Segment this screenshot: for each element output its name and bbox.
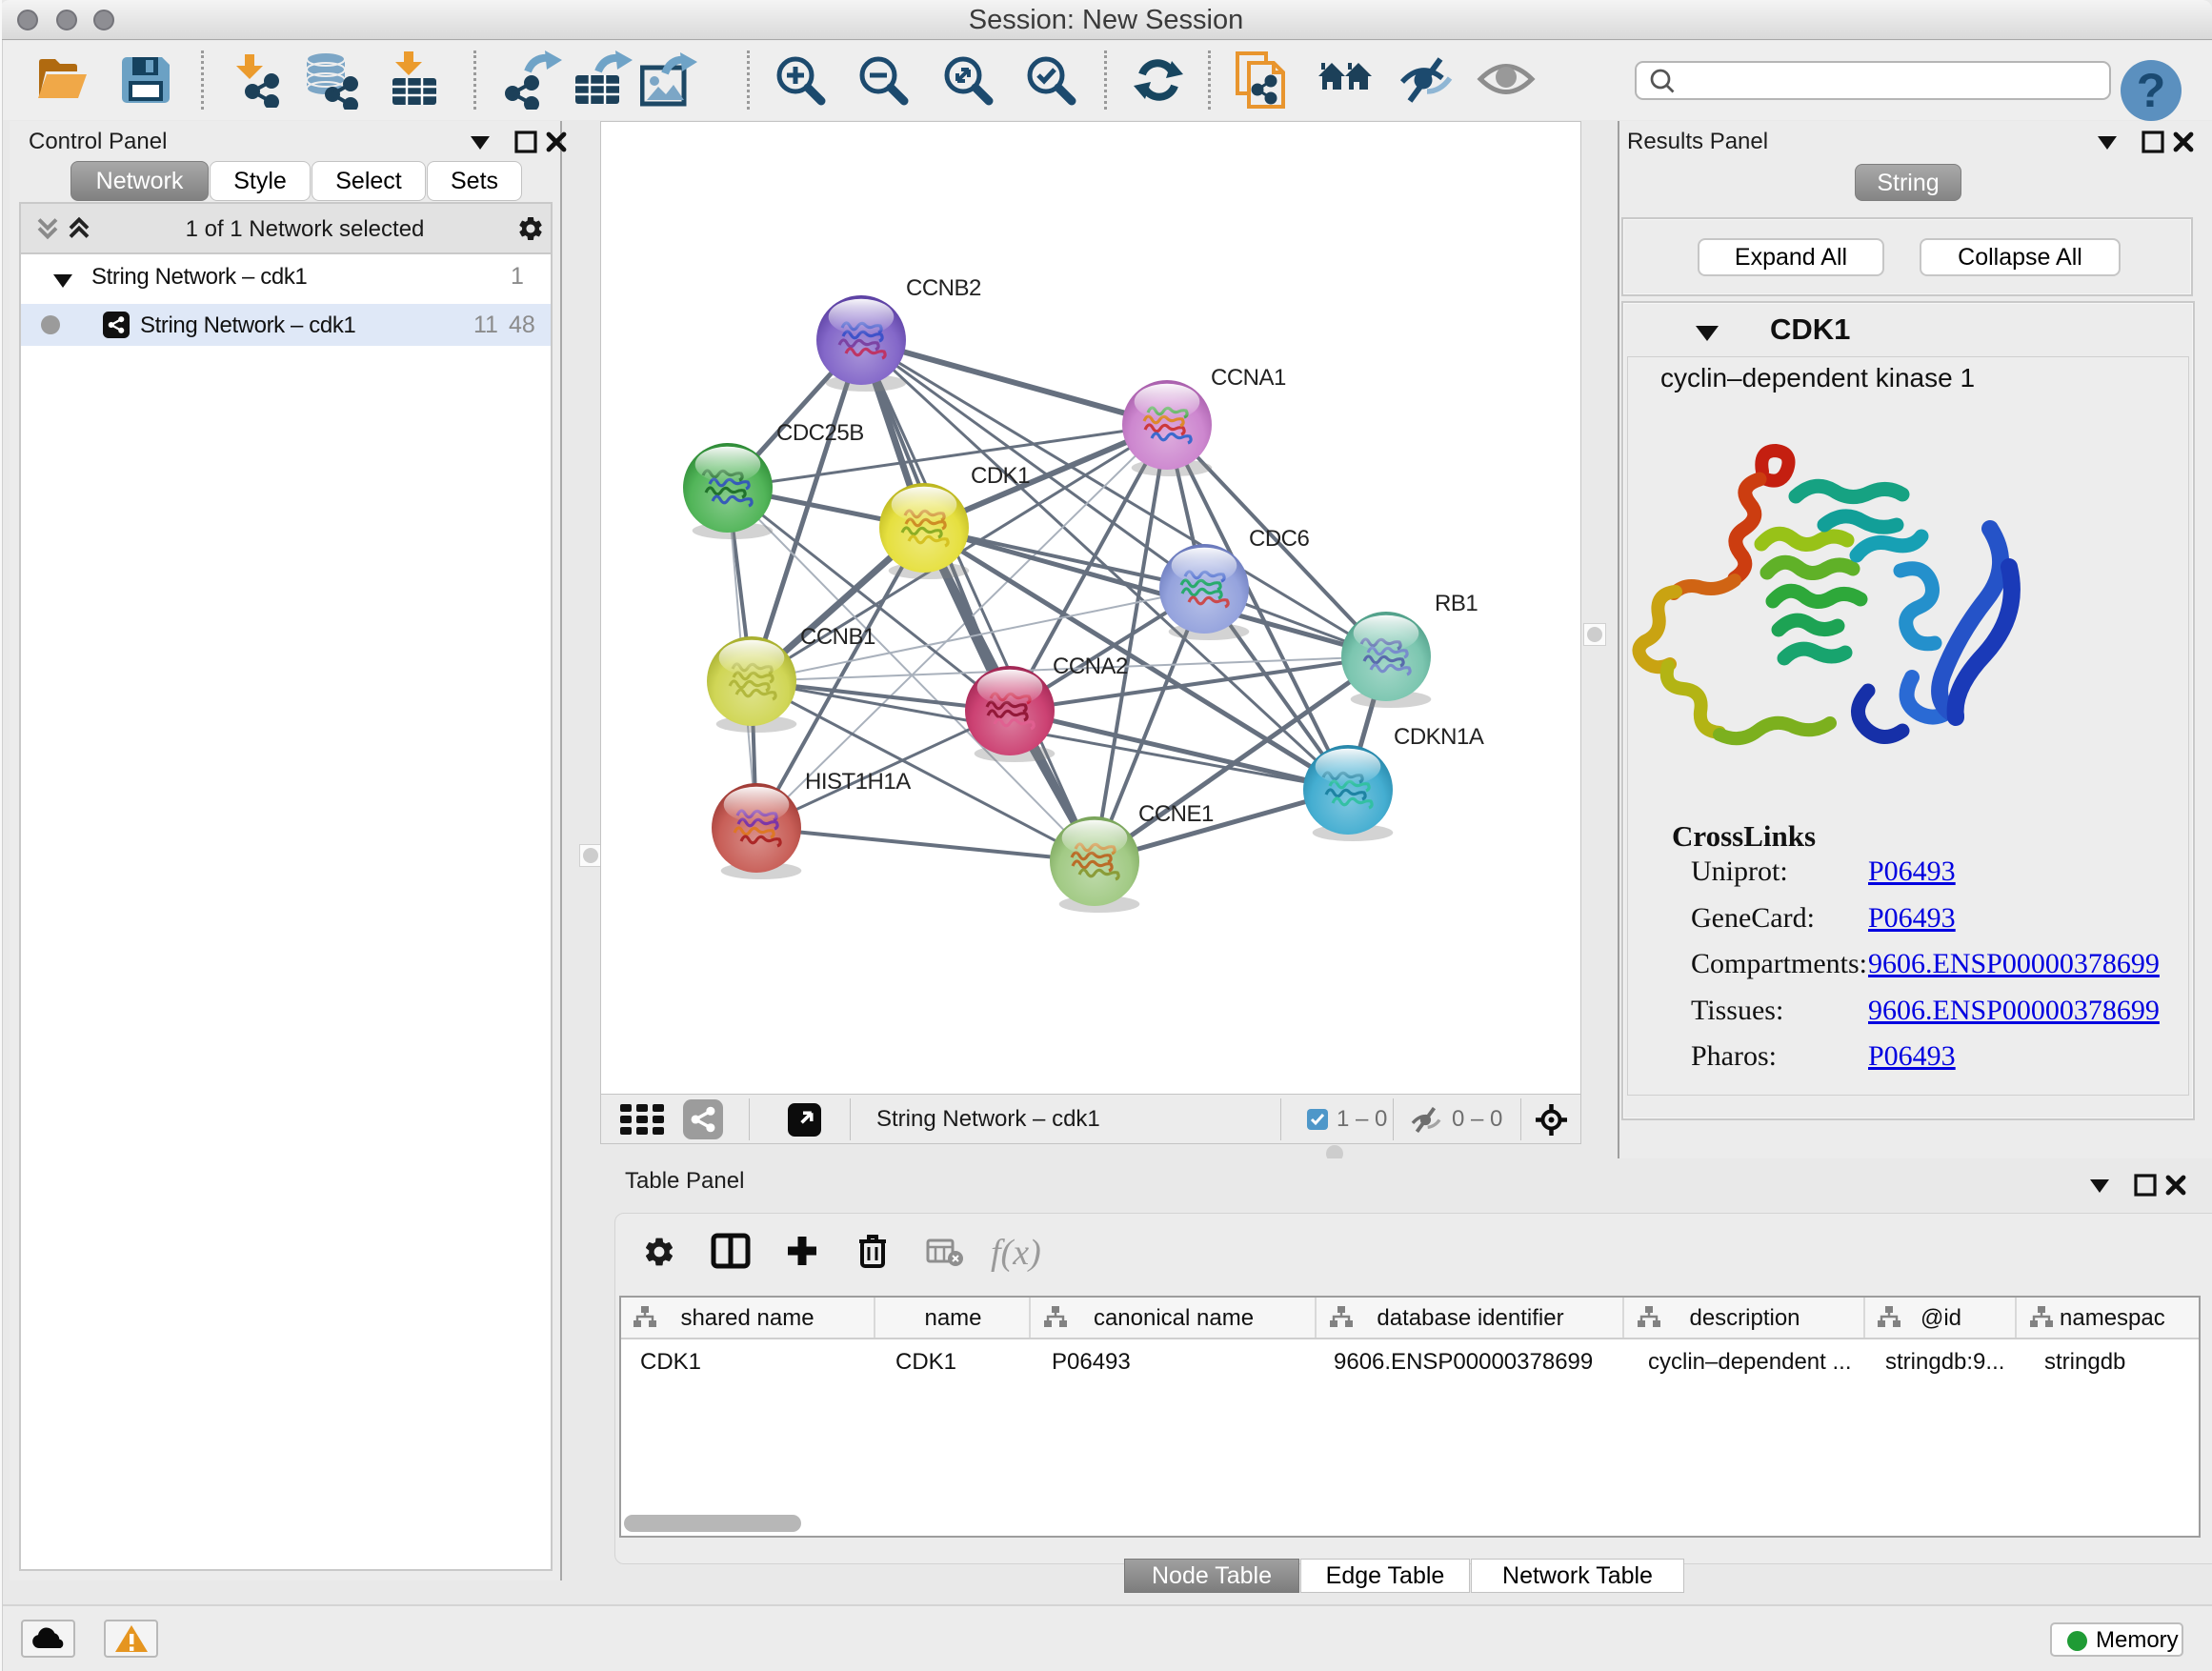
svg-text:HIST1H1A: HIST1H1A xyxy=(805,769,911,795)
svg-text:CCNE1: CCNE1 xyxy=(1138,801,1214,827)
svg-text:CCNB1: CCNB1 xyxy=(800,624,875,650)
svg-text:CCNB2: CCNB2 xyxy=(906,275,981,301)
svg-text:CDKN1A: CDKN1A xyxy=(1394,724,1484,750)
svg-text:RB1: RB1 xyxy=(1435,591,1478,616)
svg-text:?: ? xyxy=(2137,64,2166,117)
svg-text:CDC6: CDC6 xyxy=(1249,526,1309,552)
svg-text:CDC25B: CDC25B xyxy=(776,420,864,446)
svg-text:CCNA1: CCNA1 xyxy=(1211,365,1286,391)
svg-text:CDK1: CDK1 xyxy=(971,463,1030,489)
svg-text:CCNA2: CCNA2 xyxy=(1053,654,1128,679)
